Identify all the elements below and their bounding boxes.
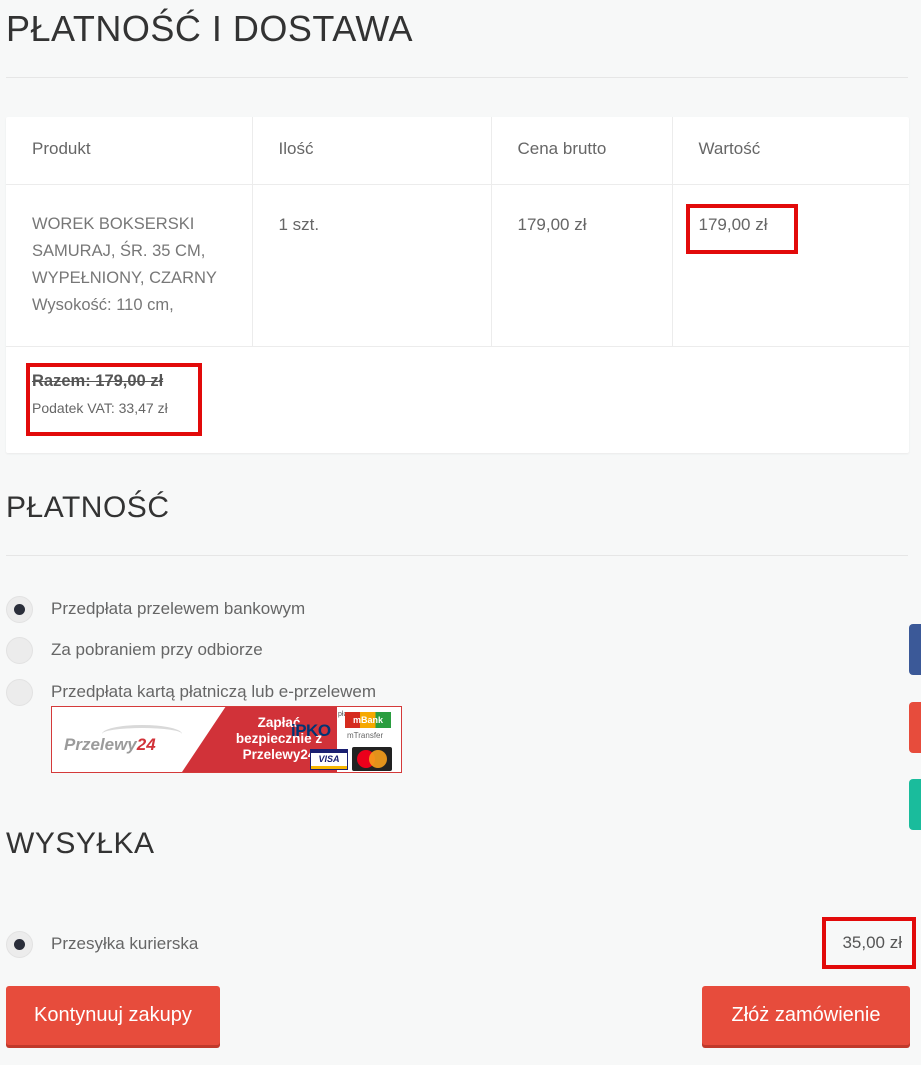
quantity-cell: 1 szt.: [252, 184, 492, 347]
visa-logo: VISA: [310, 749, 348, 770]
payment-section-title: PŁATNOŚĆ: [6, 491, 170, 524]
price-cell: 179,00 zł: [491, 184, 673, 347]
mastercard-logo: [352, 747, 392, 771]
product-name[interactable]: WOREK BOKSERSKI SAMURAJ, ŚR. 35 CM, WYPE…: [32, 211, 226, 292]
radio-button-selected[interactable]: [6, 930, 33, 958]
product-cell: WOREK BOKSERSKI SAMURAJ, ŚR. 35 CM, WYPE…: [6, 184, 253, 347]
payment-divider: [6, 555, 908, 556]
przelewy24-banner: Przelewy24 Zapłać bezpiecznie z Przelewy…: [51, 706, 402, 773]
highlight-box-total: [26, 363, 202, 436]
continue-shopping-button[interactable]: Kontynuuj zakupy: [6, 986, 220, 1045]
page-title: PŁATNOŚĆ I DOSTAWA: [6, 8, 414, 49]
payment-option-label: Przedpłata przelewem bankowym: [51, 599, 306, 618]
table-header-row: Produkt Ilość Cena brutto Wartość: [6, 117, 909, 185]
mbank-logo: mBank: [345, 712, 391, 728]
ipko-logo: iPKO: [291, 721, 331, 740]
radio-button[interactable]: [6, 678, 33, 706]
header-price: Cena brutto: [491, 117, 673, 185]
header-quantity: Ilość: [252, 117, 492, 185]
cart-summary-card: Produkt Ilość Cena brutto Wartość WOREK …: [6, 117, 909, 453]
highlight-box-value: [686, 204, 798, 254]
payment-option-label: Za pobraniem przy odbiorze: [51, 640, 263, 659]
p24-logo-number: 24: [136, 735, 156, 754]
place-order-button[interactable]: Złóż zamówienie: [702, 986, 910, 1045]
radio-dot: [14, 603, 25, 615]
p24-logo-text: Przelewy: [64, 735, 137, 754]
header-value: Wartość: [672, 117, 909, 185]
mastercard-circle-orange: [369, 750, 387, 768]
shipping-section-title: WYSYŁKA: [6, 827, 155, 860]
title-divider: [6, 77, 908, 78]
radio-dot: [14, 938, 25, 950]
header-product: Produkt: [6, 117, 253, 185]
green-side-tab[interactable]: [909, 779, 921, 830]
product-attribute: Wysokość: 110 cm,: [32, 295, 174, 314]
payment-option-cash-on-delivery[interactable]: Za pobraniem przy odbiorze: [6, 636, 263, 664]
facebook-side-tab[interactable]: [909, 624, 921, 675]
payment-option-bank-transfer[interactable]: Przedpłata przelewem bankowym: [6, 595, 305, 623]
shipping-option-courier[interactable]: Przesyłka kurierska: [6, 930, 198, 958]
red-side-tab[interactable]: [909, 702, 921, 753]
przelewy24-logo: Przelewy24: [64, 735, 156, 755]
payment-option-label: Przedpłata kartą płatniczą lub e-przelew…: [51, 682, 377, 701]
payment-option-card-eprzelew[interactable]: Przedpłata kartą płatniczą lub e-przelew…: [6, 678, 376, 706]
mtransfer-label: mTransfer: [347, 731, 384, 740]
shipping-option-label: Przesyłka kurierska: [51, 934, 199, 953]
radio-button-selected[interactable]: [6, 595, 33, 623]
radio-button[interactable]: [6, 636, 33, 664]
highlight-box-shipping: [822, 917, 916, 969]
